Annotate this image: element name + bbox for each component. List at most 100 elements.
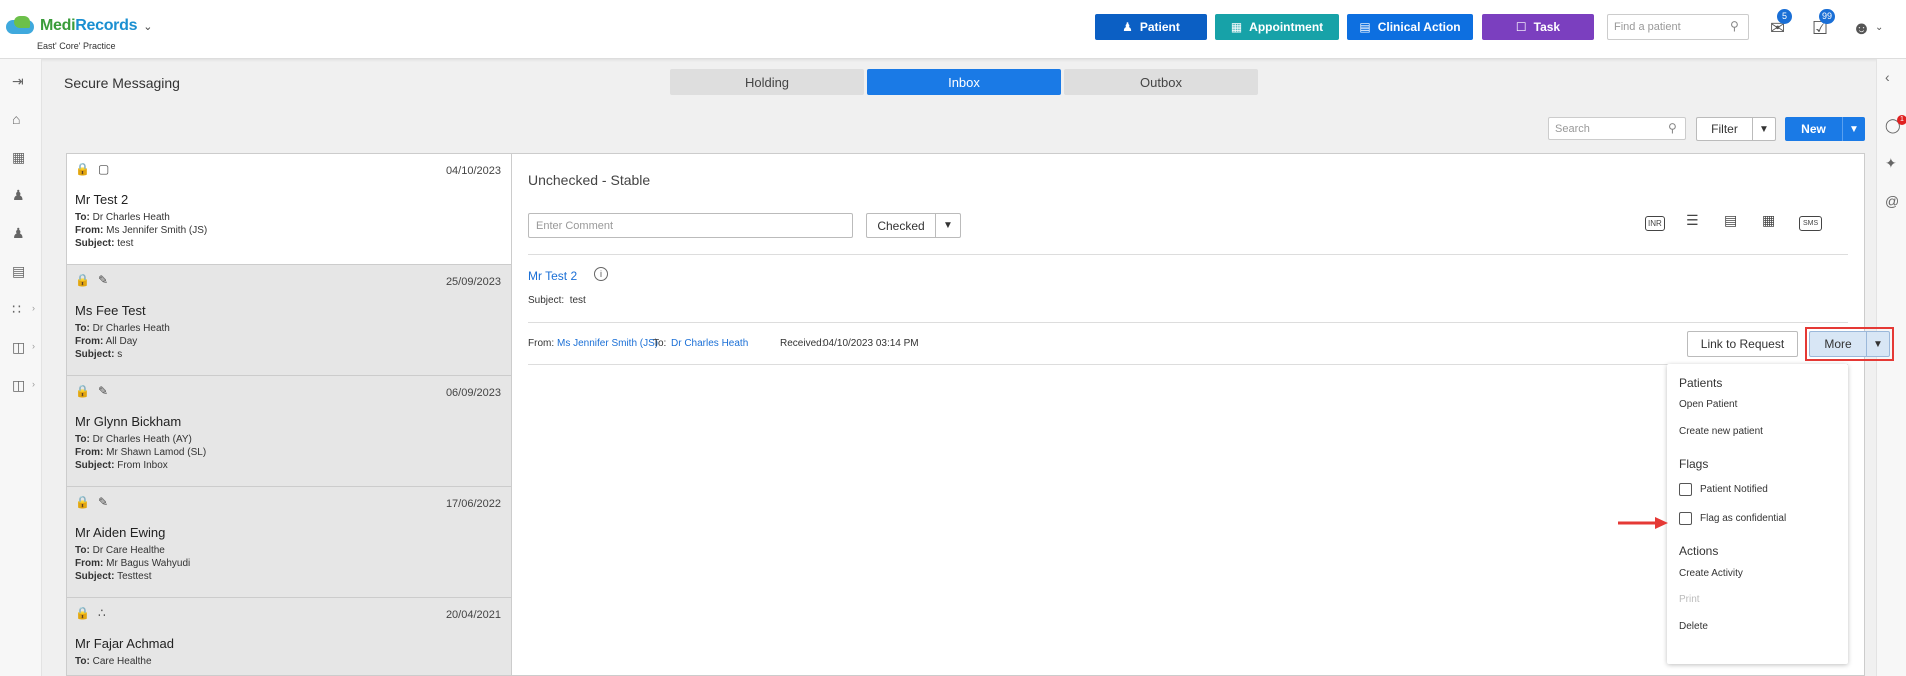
patient-search-icon[interactable]: ♟ (12, 187, 25, 204)
chevron-down-icon[interactable]: ⌄ (1875, 22, 1883, 33)
message-patient: Ms Fee Test (75, 303, 146, 318)
more-label[interactable]: More (1810, 332, 1867, 356)
message-subject: Subject: test (75, 238, 134, 249)
list-item[interactable]: 🔒 ✎ 06/09/2023 Mr Glynn Bickham To: Dr Ch… (67, 376, 511, 487)
chevron-down-icon[interactable]: ⌄ (143, 20, 152, 33)
clinical-action-button[interactable]: ▤ Clinical Action (1347, 14, 1473, 40)
message-tabs: Holding Inbox Outbox (670, 69, 1258, 95)
message-patient: Mr Aiden Ewing (75, 525, 166, 540)
tab-holding[interactable]: Holding (670, 69, 864, 95)
info-icon[interactable]: i (594, 267, 608, 281)
message-from: From: Mr Bagus Wahyudi (75, 558, 191, 569)
checked-dropdown[interactable]: Checked ▼ (866, 213, 961, 238)
calendar-icon: ▦ (1230, 20, 1243, 34)
computer-icon: ▢ (97, 162, 110, 176)
at-icon[interactable]: @ (1885, 193, 1899, 209)
tab-inbox[interactable]: Inbox (867, 69, 1061, 95)
message-patient: Mr Fajar Achmad (75, 636, 174, 651)
message-list: 🔒 ▢ 04/10/2023 Mr Test 2 To: Dr Charles H… (66, 153, 512, 676)
find-patient-input[interactable] (1607, 14, 1749, 40)
chevron-down-icon[interactable]: ▼ (1843, 117, 1865, 141)
right-sidebar: ‹ ◯ 1 ✦ @ (1876, 59, 1906, 676)
message-subject: Subject: From Inbox (75, 460, 168, 471)
menu-delete[interactable]: Delete (1679, 621, 1708, 632)
to-link[interactable]: Dr Charles Heath (671, 338, 748, 349)
message-date: 25/09/2023 (445, 276, 501, 288)
message-search-input[interactable] (1548, 117, 1686, 140)
medical-bag-icon: ▤ (1359, 20, 1371, 34)
menu-section-patients: Patients (1679, 376, 1723, 390)
divider (528, 322, 1848, 323)
folder-share-icon[interactable]: ◫ › (12, 377, 35, 394)
sms-icon[interactable]: SMS (1799, 216, 1823, 231)
list-item[interactable]: 🔒 ▢ 04/10/2023 Mr Test 2 To: Dr Charles H… (67, 154, 511, 265)
new-button[interactable]: New ▼ (1785, 117, 1865, 141)
link-to-request-button[interactable]: Link to Request (1687, 331, 1798, 357)
message-to: To: Dr Charles Heath (75, 212, 170, 223)
menu-open-patient[interactable]: Open Patient (1679, 399, 1737, 410)
divider (528, 364, 1848, 365)
edit-icon: ✎ (97, 273, 109, 287)
notification-badge: 1 (1897, 115, 1906, 125)
menu-section-flags: Flags (1679, 457, 1709, 471)
contacts-icon[interactable]: ▤ (12, 263, 25, 280)
logo-mark-icon (6, 16, 36, 36)
app-logo[interactable]: MediRecords ⌄ (6, 16, 152, 36)
calendar-icon[interactable]: ▦ (1762, 212, 1775, 229)
from-link[interactable]: Ms Jennifer Smith (JS) (557, 338, 658, 349)
menu-create-activity[interactable]: Create Activity (1679, 568, 1743, 579)
page-title: Secure Messaging (64, 75, 180, 91)
more-button[interactable]: More ▼ (1809, 331, 1890, 357)
from-label: From: (528, 338, 555, 349)
users-icon[interactable]: ♟ (12, 225, 25, 242)
calendar-icon[interactable]: ▦ (12, 149, 25, 166)
search-icon[interactable]: ⚲ (1668, 121, 1677, 135)
chevron-down-icon[interactable]: ▼ (1867, 332, 1889, 356)
search-icon[interactable]: ⚲ (1730, 19, 1739, 33)
flag-confidential-label[interactable]: Flag as confidential (1700, 513, 1786, 524)
flag-confidential-checkbox[interactable] (1679, 512, 1692, 525)
network-icon: ∴ (97, 606, 106, 620)
filter-label[interactable]: Filter (1697, 118, 1753, 140)
comment-input[interactable] (528, 213, 853, 238)
edit-icon: ✎ (97, 495, 109, 509)
list-item[interactable]: 🔒 ∴ 20/04/2021 Mr Fajar Achmad To: Care H… (67, 598, 511, 675)
checked-label[interactable]: Checked (867, 214, 936, 237)
message-subject: Subject: Testtest (75, 571, 152, 582)
message-to: To: Dr Care Healthe (75, 545, 165, 556)
list-icon[interactable]: ☰ (1686, 212, 1699, 229)
task-button[interactable]: ☐ Task (1482, 14, 1594, 40)
appointment-button[interactable]: ▦ Appointment (1215, 14, 1339, 40)
folder-icon[interactable]: ◫ › (12, 339, 35, 356)
chevron-down-icon[interactable]: ▼ (936, 214, 960, 237)
pin-icon[interactable]: ✦ (1885, 155, 1897, 172)
message-to: To: Dr Charles Heath (AY) (75, 434, 192, 445)
patient-notified-checkbox[interactable] (1679, 483, 1692, 496)
apps-icon[interactable]: ∷ › (12, 301, 35, 318)
user-avatar-icon[interactable]: ☻ (1852, 18, 1871, 39)
patient-button[interactable]: ♟ Patient (1095, 14, 1207, 40)
collapse-panel-icon[interactable]: ‹ (1885, 69, 1890, 85)
main-content: Secure Messaging Holding Inbox Outbox ⚲ … (42, 59, 1894, 676)
patient-notified-label[interactable]: Patient Notified (1700, 484, 1768, 495)
list-item[interactable]: 🔒 ✎ 25/09/2023 Ms Fee Test To: Dr Charles… (67, 265, 511, 376)
message-to: To: Care Healthe (75, 656, 152, 667)
new-label[interactable]: New (1785, 117, 1843, 141)
patient-name-link[interactable]: Mr Test 2 (528, 269, 577, 283)
filter-button[interactable]: Filter ▼ (1696, 117, 1776, 141)
expand-sidebar-icon[interactable]: ⇥ (12, 73, 24, 90)
top-bar: MediRecords ⌄ East' Core' Practice ♟ Pati… (0, 0, 1906, 59)
inr-icon[interactable]: INR (1645, 216, 1665, 231)
annotation-arrow-icon (1618, 517, 1668, 529)
medical-bag-icon[interactable]: ▤ (1724, 212, 1737, 229)
message-detail: Unchecked - Stable Checked ▼ INR ☰ ▤ ▦ S… (512, 153, 1894, 676)
tab-outbox[interactable]: Outbox (1064, 69, 1258, 95)
list-item[interactable]: 🔒 ✎ 17/06/2022 Mr Aiden Ewing To: Dr Care… (67, 487, 511, 598)
chevron-down-icon[interactable]: ▼ (1753, 118, 1775, 140)
lock-icon: 🔒 (75, 273, 90, 287)
to-label: To: (653, 338, 667, 349)
menu-create-new-patient[interactable]: Create new patient (1679, 426, 1763, 437)
lock-icon: 🔒 (75, 162, 90, 176)
lock-icon: 🔒 (75, 606, 90, 620)
home-icon[interactable]: ⌂ (12, 111, 20, 127)
